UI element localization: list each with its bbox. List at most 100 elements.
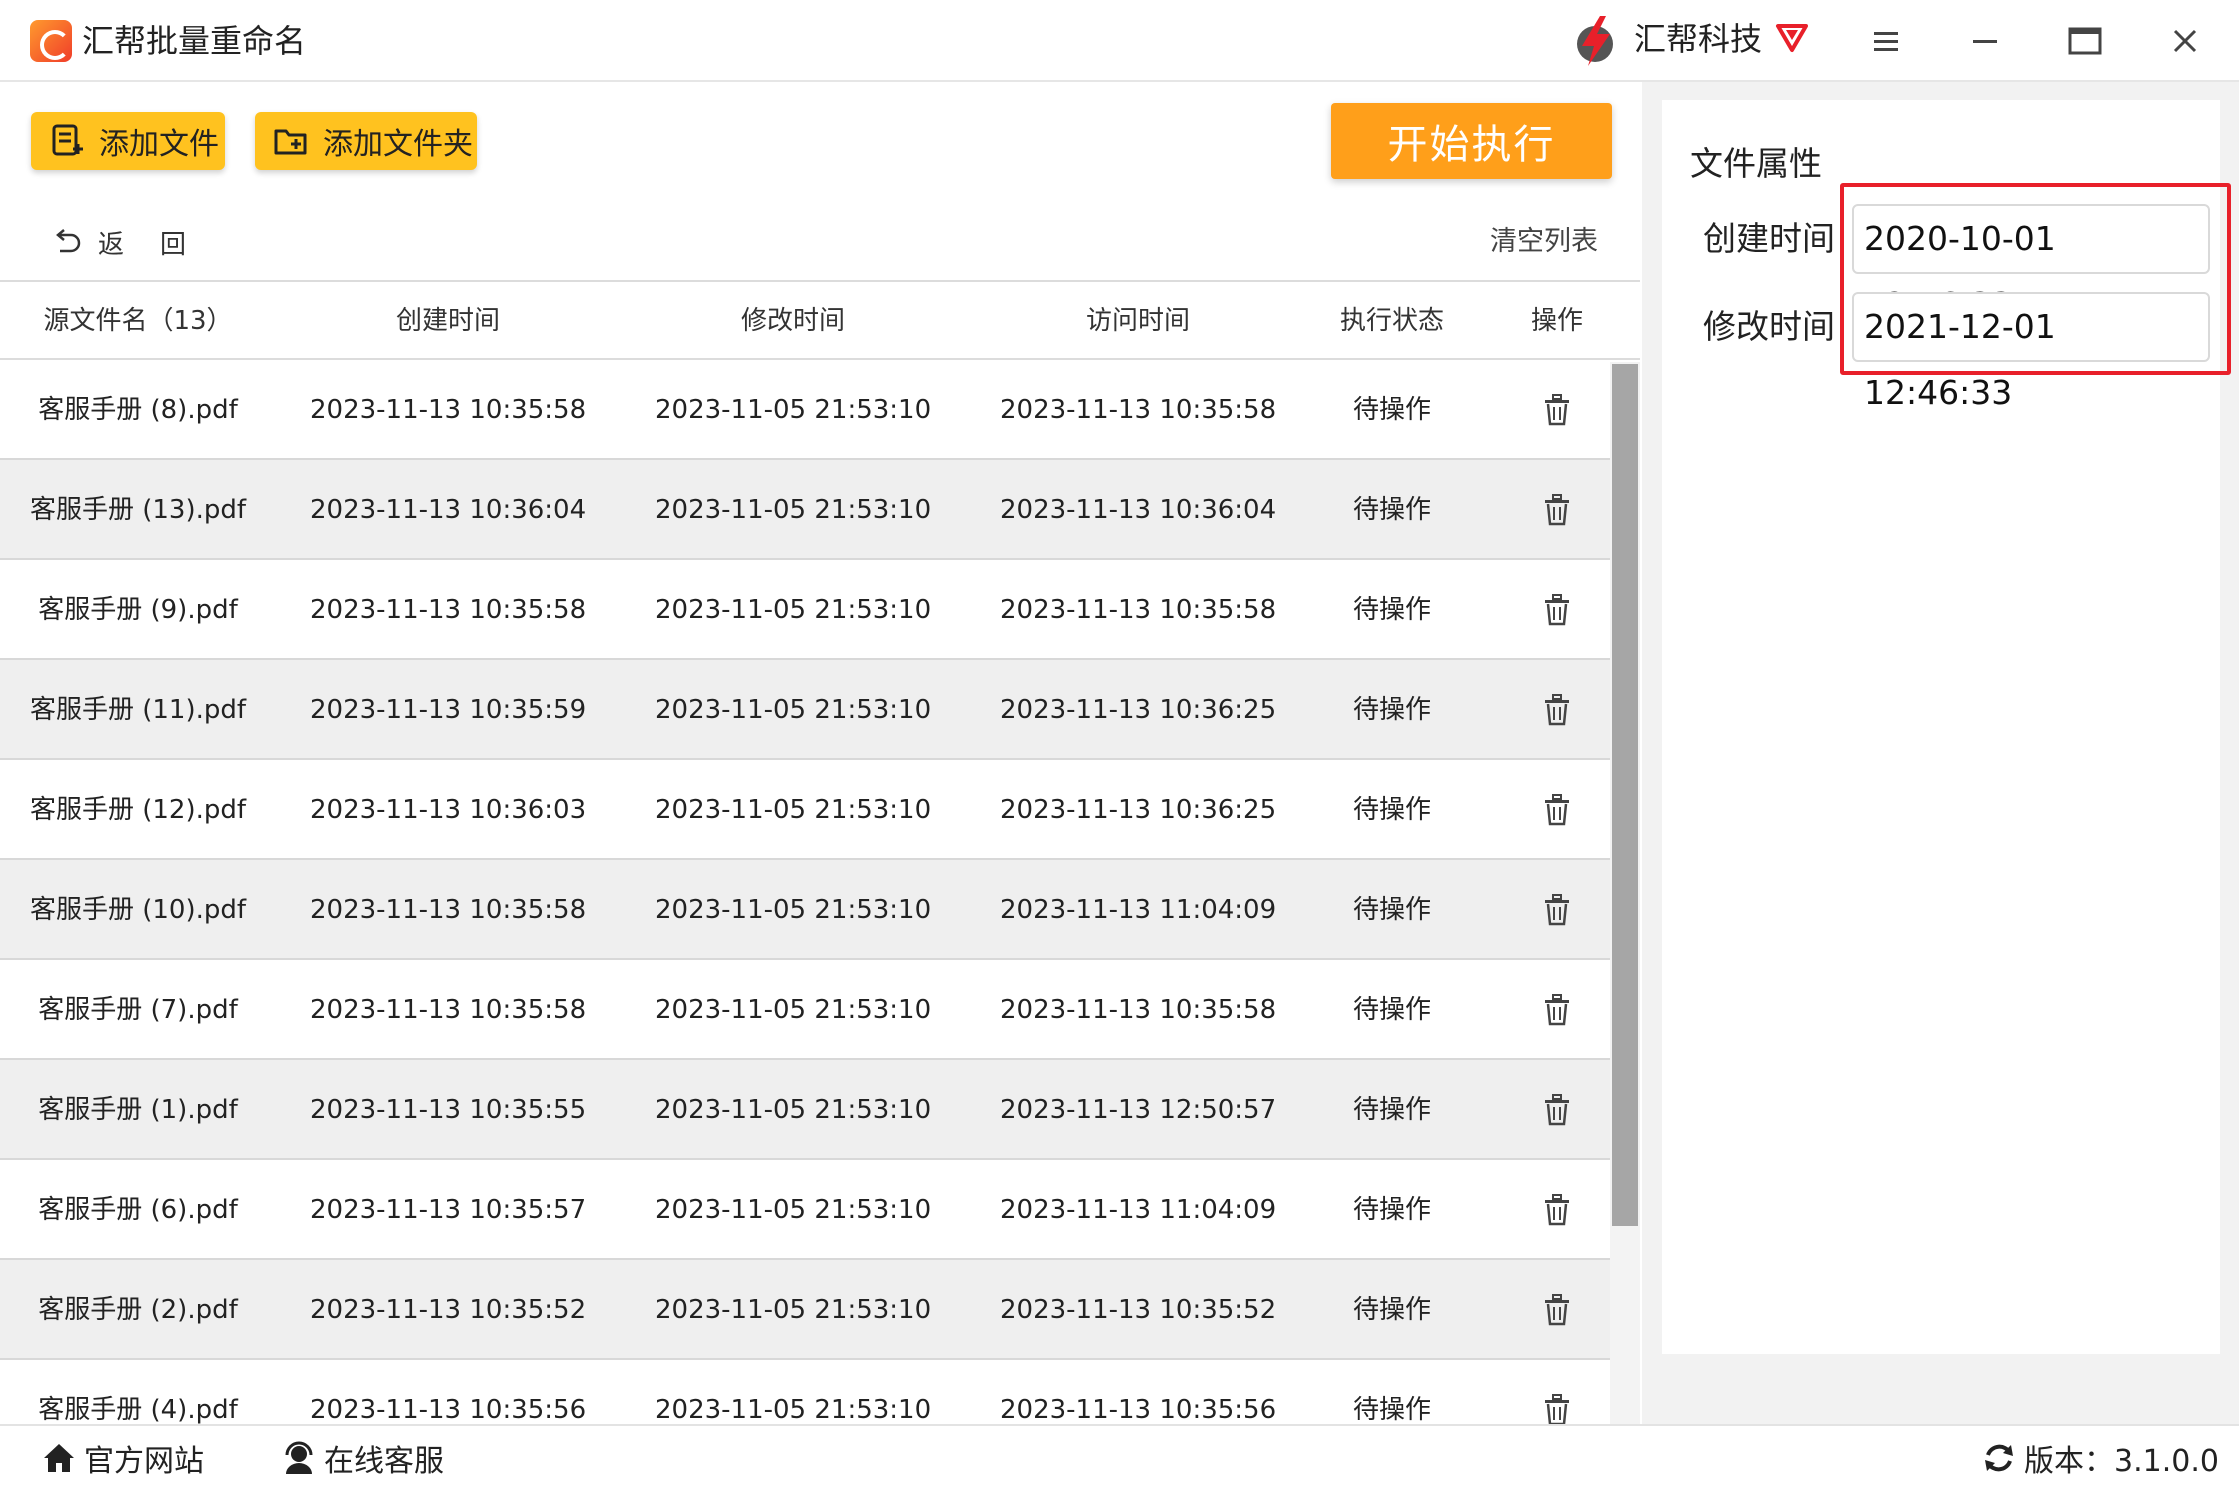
brand-lightning-icon bbox=[1577, 16, 1613, 66]
cell-file-name: 客服手册 (4).pdf bbox=[38, 1395, 238, 1424]
start-execute-button[interactable]: 开始执行 bbox=[1331, 103, 1612, 179]
cell-file-name: 客服手册 (11).pdf bbox=[29, 695, 247, 725]
header-status[interactable]: 执行状态 bbox=[1312, 282, 1472, 360]
table-row[interactable]: 客服手册 (4).pdf 2023-11-13 10:35:56 2023-11… bbox=[0, 1360, 1640, 1424]
table-row[interactable]: 客服手册 (10).pdf 2023-11-13 10:35:58 2023-1… bbox=[0, 860, 1640, 960]
cell-status: 待操作 bbox=[1352, 695, 1431, 725]
cell-modified-time: 2023-11-05 21:53:10 bbox=[655, 995, 932, 1025]
back-button[interactable]: 返回 bbox=[52, 222, 222, 262]
maximize-icon bbox=[2068, 27, 2102, 55]
cell-accessed-time: 2023-11-13 11:04:09 bbox=[1000, 895, 1277, 925]
minimize-button[interactable] bbox=[1962, 18, 2008, 64]
cell-accessed-time: 2023-11-13 11:04:09 bbox=[1000, 1195, 1277, 1225]
close-button[interactable] bbox=[2162, 18, 2208, 64]
trash-icon[interactable] bbox=[1543, 1394, 1571, 1424]
cell-modified-time: 2023-11-05 21:53:10 bbox=[655, 495, 932, 525]
menu-button[interactable] bbox=[1863, 18, 1909, 64]
table-scrollbar-thumb[interactable] bbox=[1612, 364, 1638, 1226]
cell-status: 待操作 bbox=[1352, 1395, 1431, 1424]
official-site-link[interactable]: 官方网站 bbox=[42, 1436, 204, 1480]
version-info[interactable]: 版本：3.1.0.0 bbox=[1982, 1436, 2219, 1480]
cell-status: 待操作 bbox=[1352, 1195, 1431, 1225]
vip-diamond-icon[interactable] bbox=[1772, 16, 1812, 56]
cell-created-time: 2023-11-13 10:35:58 bbox=[310, 995, 587, 1025]
trash-icon[interactable] bbox=[1543, 694, 1571, 726]
cell-modified-time: 2023-11-05 21:53:10 bbox=[655, 1095, 932, 1125]
cell-accessed-time: 2023-11-13 10:35:58 bbox=[1000, 595, 1277, 625]
header-source-name[interactable]: 源文件名（13） bbox=[0, 282, 276, 360]
cell-file-name: 客服手册 (9).pdf bbox=[38, 595, 238, 625]
cell-created-time: 2023-11-13 10:35:58 bbox=[310, 895, 587, 925]
cell-status: 待操作 bbox=[1352, 1295, 1431, 1325]
cell-created-time: 2023-11-13 10:35:55 bbox=[310, 1095, 587, 1125]
table-row[interactable]: 客服手册 (12).pdf 2023-11-13 10:36:03 2023-1… bbox=[0, 760, 1640, 860]
trash-icon[interactable] bbox=[1543, 1294, 1571, 1326]
trash-icon[interactable] bbox=[1543, 894, 1571, 926]
app-title: 汇帮批量重命名 bbox=[82, 22, 307, 60]
cell-accessed-time: 2023-11-13 12:50:57 bbox=[1000, 1095, 1277, 1125]
trash-icon[interactable] bbox=[1543, 394, 1571, 426]
cell-accessed-time: 2023-11-13 10:36:25 bbox=[1000, 795, 1277, 825]
add-file-button[interactable]: 添加文件 bbox=[31, 112, 225, 170]
add-file-label: 添加文件 bbox=[99, 127, 219, 162]
cell-modified-time: 2023-11-05 21:53:10 bbox=[655, 395, 932, 425]
trash-icon[interactable] bbox=[1543, 994, 1571, 1026]
header-created-time[interactable]: 创建时间 bbox=[310, 282, 586, 360]
cell-created-time: 2023-11-13 10:36:03 bbox=[310, 795, 587, 825]
table-row[interactable]: 客服手册 (11).pdf 2023-11-13 10:35:59 2023-1… bbox=[0, 660, 1640, 760]
cell-created-time: 2023-11-13 10:35:57 bbox=[310, 1195, 587, 1225]
refresh-icon bbox=[1985, 1444, 2013, 1472]
cell-file-name: 客服手册 (2).pdf bbox=[38, 1295, 238, 1325]
created-time-label: 创建时间 bbox=[1703, 219, 1835, 258]
undo-arrow-icon bbox=[56, 229, 81, 253]
table-row[interactable]: 客服手册 (7).pdf 2023-11-13 10:35:58 2023-11… bbox=[0, 960, 1640, 1060]
cell-status: 待操作 bbox=[1352, 595, 1431, 625]
brand-name: 汇帮科技 bbox=[1634, 20, 1763, 58]
table-row[interactable]: 客服手册 (13).pdf 2023-11-13 10:36:04 2023-1… bbox=[0, 460, 1640, 560]
trash-icon[interactable] bbox=[1543, 794, 1571, 826]
highlight-annotation-box bbox=[1840, 183, 2231, 375]
hamburger-menu-icon bbox=[1874, 32, 1898, 51]
cell-created-time: 2023-11-13 10:36:04 bbox=[310, 495, 587, 525]
table-row[interactable]: 客服手册 (1).pdf 2023-11-13 10:35:55 2023-11… bbox=[0, 1060, 1640, 1160]
clear-list-button[interactable]: 清空列表 bbox=[1490, 222, 1598, 262]
trash-icon[interactable] bbox=[1543, 594, 1571, 626]
cell-modified-time: 2023-11-05 21:53:10 bbox=[655, 695, 932, 725]
cell-status: 待操作 bbox=[1352, 895, 1431, 925]
trash-icon[interactable] bbox=[1543, 1094, 1571, 1126]
header-modified-time[interactable]: 修改时间 bbox=[655, 282, 931, 360]
online-service-link[interactable]: 在线客服 bbox=[282, 1436, 444, 1480]
trash-icon[interactable] bbox=[1543, 1194, 1571, 1226]
file-table-body: 客服手册 (8).pdf 2023-11-13 10:35:58 2023-11… bbox=[0, 360, 1640, 1424]
app-window: 汇帮批量重命名 汇帮科技 添加文件 添加文件夹 开始执行 返回 清空列表 源文件… bbox=[0, 0, 2239, 1489]
cell-accessed-time: 2023-11-13 10:35:56 bbox=[1000, 1395, 1277, 1424]
cell-file-name: 客服手册 (6).pdf bbox=[38, 1195, 238, 1225]
home-icon bbox=[44, 1444, 74, 1472]
table-row[interactable]: 客服手册 (8).pdf 2023-11-13 10:35:58 2023-11… bbox=[0, 360, 1640, 460]
cell-file-name: 客服手册 (7).pdf bbox=[38, 995, 238, 1025]
cell-file-name: 客服手册 (10).pdf bbox=[29, 895, 247, 925]
add-folder-icon bbox=[274, 129, 307, 155]
header-action: 操作 bbox=[1530, 306, 1583, 336]
minimize-icon bbox=[1973, 40, 1997, 43]
cell-accessed-time: 2023-11-13 10:36:04 bbox=[1000, 495, 1277, 525]
cell-file-name: 客服手册 (1).pdf bbox=[38, 1095, 238, 1125]
official-site-label: 官方网站 bbox=[84, 1444, 204, 1479]
trash-icon[interactable] bbox=[1543, 494, 1571, 526]
app-logo-icon bbox=[30, 20, 72, 62]
table-row[interactable]: 客服手册 (6).pdf 2023-11-13 10:35:57 2023-11… bbox=[0, 1160, 1640, 1260]
add-file-icon bbox=[52, 124, 83, 156]
cell-status: 待操作 bbox=[1352, 1095, 1431, 1125]
header-accessed-time[interactable]: 访问时间 bbox=[1000, 282, 1276, 360]
add-folder-label: 添加文件夹 bbox=[323, 127, 473, 162]
table-row[interactable]: 客服手册 (9).pdf 2023-11-13 10:35:58 2023-11… bbox=[0, 560, 1640, 660]
cell-created-time: 2023-11-13 10:35:58 bbox=[310, 595, 587, 625]
cell-modified-time: 2023-11-05 21:53:10 bbox=[655, 1195, 932, 1225]
maximize-button[interactable] bbox=[2062, 18, 2108, 64]
add-folder-button[interactable]: 添加文件夹 bbox=[255, 112, 477, 170]
cell-accessed-time: 2023-11-13 10:35:52 bbox=[1000, 1295, 1277, 1325]
close-icon bbox=[2173, 29, 2197, 53]
table-row[interactable]: 客服手册 (2).pdf 2023-11-13 10:35:52 2023-11… bbox=[0, 1260, 1640, 1360]
back-label: 返回 bbox=[98, 229, 223, 260]
cell-file-name: 客服手册 (13).pdf bbox=[29, 495, 247, 525]
